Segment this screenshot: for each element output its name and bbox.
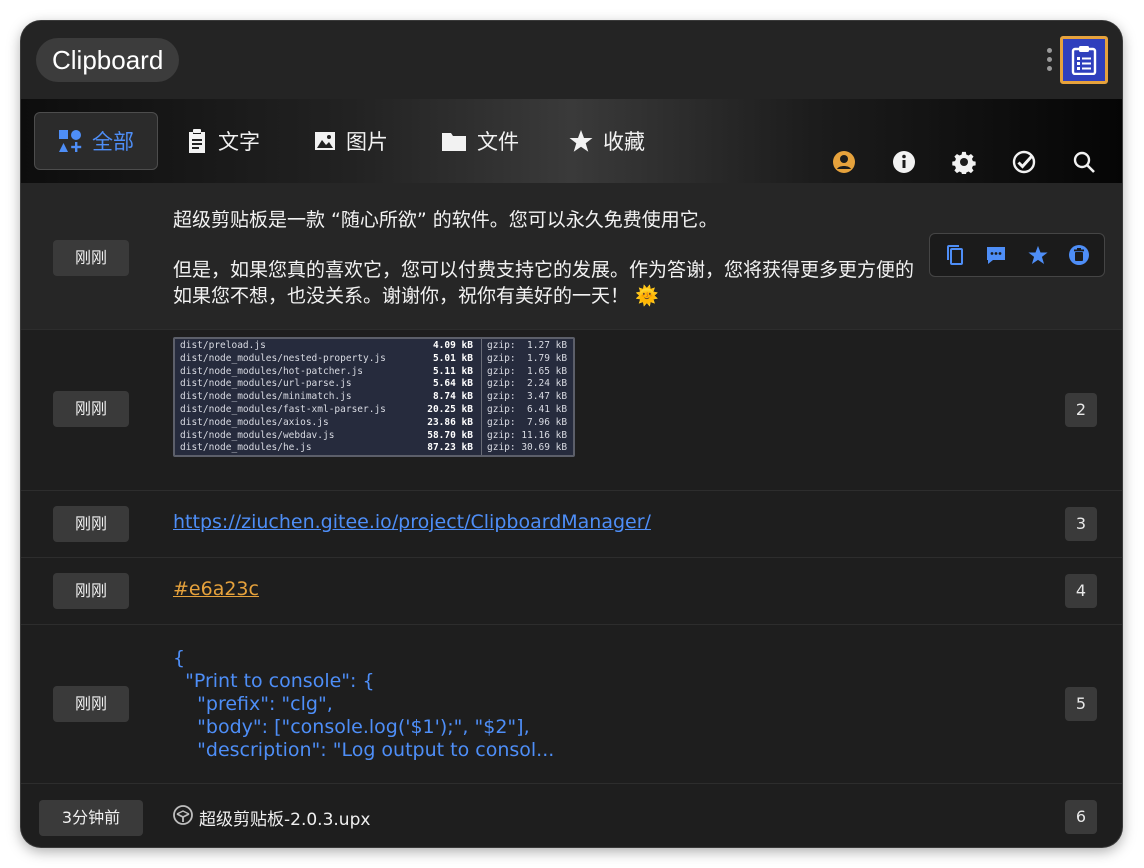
thumbnail-gzip-text: gzip: 3.47 kB bbox=[487, 391, 568, 403]
image-icon bbox=[314, 130, 336, 152]
color-value-link[interactable]: #e6a23c bbox=[173, 578, 259, 600]
star-icon[interactable] bbox=[1023, 240, 1053, 270]
tab-files[interactable]: 文件 bbox=[441, 112, 519, 170]
thumbnail-gzip-text: gzip: 1.27 kB bbox=[487, 340, 568, 351]
time-badge: 刚刚 bbox=[53, 240, 129, 276]
tab-favorites[interactable]: 收藏 bbox=[569, 112, 645, 170]
thumbnail-size-text: 23.86 kB bbox=[427, 416, 473, 428]
thumbnail-size-text: 20.25 kB bbox=[427, 403, 473, 415]
check-circle-icon[interactable] bbox=[1011, 149, 1037, 175]
user-circle-icon[interactable] bbox=[831, 149, 857, 175]
time-badge: 刚刚 bbox=[53, 391, 129, 427]
thumbnail-file-text: dist/node_modules/url-parse.js bbox=[180, 378, 352, 390]
more-menu-icon[interactable] bbox=[1044, 45, 1054, 77]
thumbnail-file-text: dist/node_modules/minimatch.js bbox=[180, 391, 352, 403]
thumbnail-size-text: 5.11 kB bbox=[432, 365, 473, 377]
thumbnail-size-text: 5.01 kB bbox=[432, 352, 473, 364]
item-action-bar bbox=[929, 233, 1105, 277]
thumbnail-file-text: dist/node_modules/axios.js bbox=[180, 416, 329, 428]
time-badge: 刚刚 bbox=[53, 573, 129, 609]
thumbnail-gzip-text: gzip: 11.16 kB bbox=[487, 429, 568, 441]
thumbnail-gzip-text: gzip: 30.69 kB bbox=[487, 442, 568, 454]
file-name: 超级剪贴板-2.0.3.upx bbox=[199, 810, 371, 830]
item-text-line: 超级剪贴板是一款 “随心所欲” 的软件。您可以永久免费使用它。 bbox=[173, 209, 718, 231]
tab-label: 全部 bbox=[92, 130, 134, 154]
thumbnail-size-column: 4.09 kB 5.01 kB 5.11 kB 5.64 kB 8.74 kB 20.25… bbox=[418, 340, 473, 455]
thumbnail-gzip-column: gzip: 1.27 kB gzip: 1.79 kB gzip: 1.65 kB g… bbox=[487, 340, 571, 455]
app-window: Clipboard 全部 文字 图片 文件 收藏 刚刚 超级剪贴板是一款 “随心… bbox=[21, 21, 1122, 847]
thumbnail-file-text: dist/preload.js bbox=[180, 340, 266, 351]
title-bar: Clipboard bbox=[21, 21, 1122, 99]
thumbnail-gzip-text: gzip: 7.96 kB bbox=[487, 416, 568, 428]
thumbnail-size-text: 8.74 kB bbox=[432, 391, 473, 403]
index-badge: 5 bbox=[1065, 687, 1097, 721]
thumbnail-size-text: 4.09 kB bbox=[432, 340, 473, 351]
thumbnail-file-text: dist/node_modules/webdav.js bbox=[180, 429, 335, 441]
time-badge: 刚刚 bbox=[53, 506, 129, 542]
thumbnail-gzip-text: gzip: 1.79 kB bbox=[487, 352, 568, 364]
thumbnail-file-column: dist/preload.js dist/node_modules/nested-… bbox=[180, 340, 418, 455]
list-item[interactable]: 刚刚 https://ziuchen.gitee.io/project/Clip… bbox=[21, 491, 1122, 558]
code-snippet: { "Print to console": { "prefix": "clg",… bbox=[173, 647, 555, 761]
url-link[interactable]: https://ziuchen.gitee.io/project/Clipboa… bbox=[173, 511, 651, 533]
list-item[interactable]: 刚刚 dist/preload.js dist/node_modules/nest… bbox=[21, 330, 1122, 491]
index-badge: 6 bbox=[1065, 800, 1097, 834]
thumbnail-divider bbox=[481, 339, 482, 455]
clipboard-list-icon[interactable] bbox=[1060, 36, 1108, 84]
comment-icon[interactable] bbox=[981, 240, 1011, 270]
thumbnail-size-text: 58.70 kB bbox=[427, 429, 473, 441]
search-icon[interactable] bbox=[1071, 149, 1097, 175]
thumbnail-file-text: dist/node_modules/hot-patcher.js bbox=[180, 365, 364, 377]
tab-images[interactable]: 图片 bbox=[314, 112, 388, 170]
gear-icon[interactable] bbox=[951, 149, 977, 175]
index-badge: 3 bbox=[1065, 507, 1097, 541]
star-icon bbox=[569, 129, 593, 153]
toolbar: 全部 文字 图片 文件 收藏 bbox=[21, 99, 1122, 183]
info-icon[interactable] bbox=[891, 149, 917, 175]
tab-label: 文件 bbox=[477, 130, 519, 154]
thumbnail-file-text: dist/node_modules/he.js bbox=[180, 442, 312, 454]
thumbnail-size-text: 87.23 kB bbox=[427, 442, 473, 454]
thumbnail-size-text: 5.64 kB bbox=[432, 378, 473, 390]
tab-label: 文字 bbox=[218, 130, 260, 154]
time-badge: 刚刚 bbox=[53, 686, 129, 722]
screenshot-thumbnail[interactable]: dist/preload.js dist/node_modules/nested-… bbox=[173, 337, 575, 457]
apps-icon bbox=[58, 129, 82, 153]
tab-all[interactable]: 全部 bbox=[34, 112, 158, 170]
folder-icon bbox=[441, 130, 467, 152]
delete-icon[interactable] bbox=[1064, 240, 1094, 270]
thumbnail-file-text: dist/node_modules/nested-property.js bbox=[180, 352, 386, 364]
thumbnail-gzip-text: gzip: 2.24 kB bbox=[487, 378, 568, 390]
time-badge: 3分钟前 bbox=[39, 800, 143, 836]
file-entry: 超级剪贴板-2.0.3.upx bbox=[173, 805, 370, 830]
list-item[interactable]: 刚刚 { "Print to console": { "prefix": "cl… bbox=[21, 625, 1122, 784]
clipboard-text-icon bbox=[186, 129, 208, 153]
item-text-line: 但是，如果您真的喜欢它，您可以付费支持它的发展。作为答谢，您将获得更多更方便的 bbox=[173, 259, 915, 281]
list-item[interactable]: 3分钟前 超级剪贴板-2.0.3.upx 6 bbox=[21, 784, 1122, 846]
app-title: Clipboard bbox=[36, 38, 180, 82]
thumbnail-file-text: dist/node_modules/fast-xml-parser.js bbox=[180, 403, 386, 415]
list-item[interactable]: 刚刚 #e6a23c 4 bbox=[21, 558, 1122, 625]
item-text-line: 如果您不想，也没关系。谢谢你，祝你有美好的一天！ 🌞 bbox=[173, 285, 659, 307]
file-icon bbox=[173, 805, 193, 830]
index-badge: 4 bbox=[1065, 574, 1097, 608]
tab-label: 收藏 bbox=[603, 130, 645, 154]
tab-text[interactable]: 文字 bbox=[186, 112, 260, 170]
thumbnail-gzip-text: gzip: 1.65 kB bbox=[487, 365, 568, 377]
index-badge: 2 bbox=[1065, 393, 1097, 427]
thumbnail-gzip-text: gzip: 6.41 kB bbox=[487, 403, 568, 415]
copy-icon[interactable] bbox=[940, 240, 970, 270]
tab-label: 图片 bbox=[346, 130, 388, 154]
